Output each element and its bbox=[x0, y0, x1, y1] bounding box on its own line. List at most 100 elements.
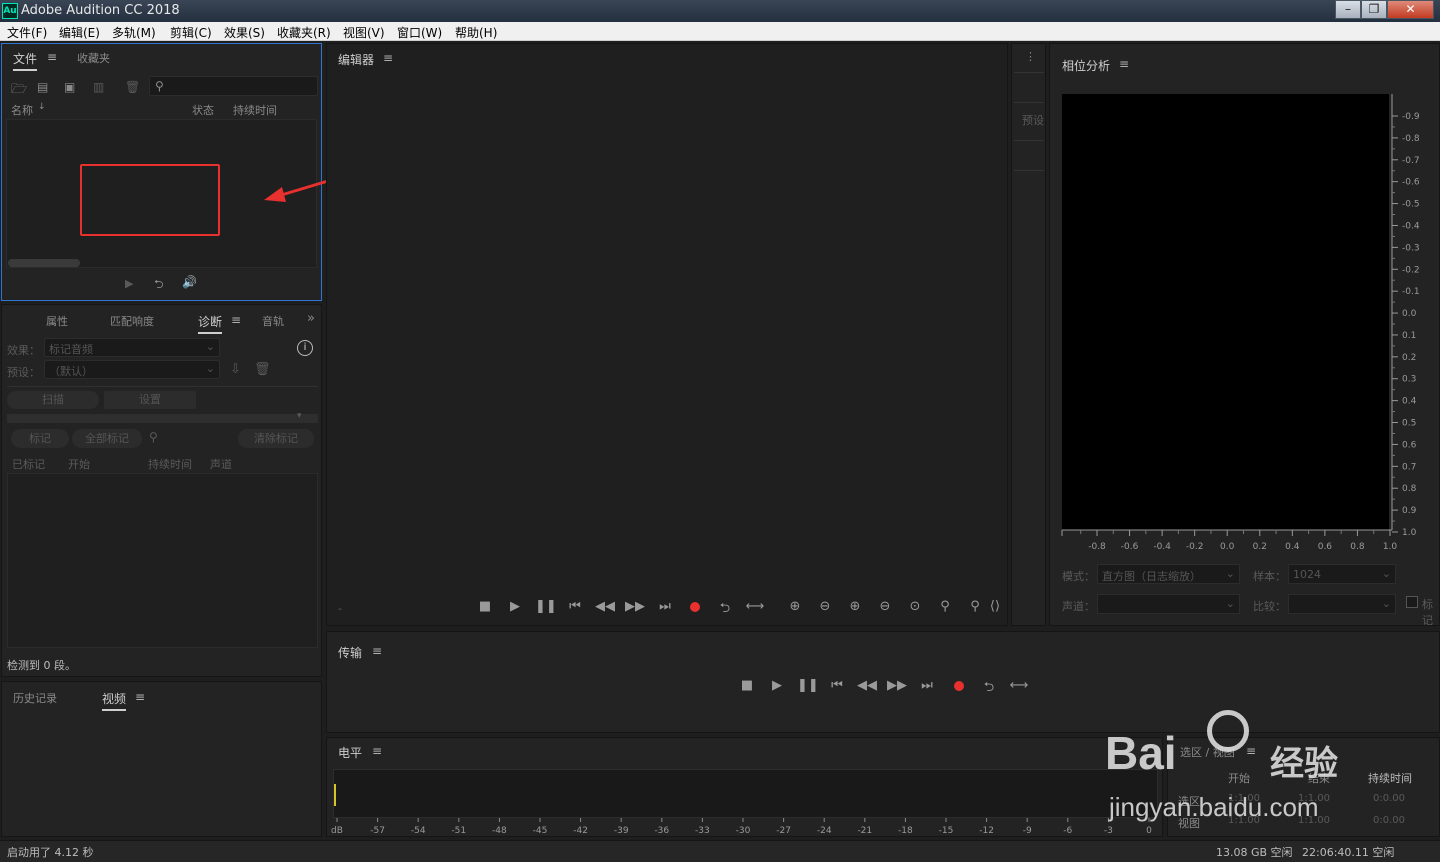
panel-menu-icon[interactable]: ≡ bbox=[372, 744, 382, 758]
menu-effects[interactable]: 效果(S) bbox=[224, 24, 265, 41]
tab-files[interactable]: 文件 bbox=[13, 50, 38, 71]
fast-forward-icon[interactable]: ▶▶ bbox=[887, 678, 907, 693]
tab-diagnostics[interactable]: 诊断 bbox=[198, 313, 223, 334]
fast-forward-icon[interactable]: ▶▶ bbox=[625, 599, 645, 614]
panel-menu-icon[interactable]: ≡ bbox=[372, 644, 382, 658]
info-icon[interactable]: i bbox=[297, 340, 313, 356]
more-tabs-icon[interactable]: » bbox=[307, 311, 315, 326]
settings-button[interactable]: 设置 bbox=[104, 391, 196, 409]
presets-tab[interactable]: 预设 bbox=[1022, 112, 1044, 128]
menu-window[interactable]: 窗口(W) bbox=[397, 24, 442, 41]
mark-button[interactable]: 标记 bbox=[11, 429, 69, 448]
col-status[interactable]: 状态 bbox=[192, 102, 214, 118]
scan-button[interactable]: 扫描 bbox=[7, 391, 99, 409]
col-channel[interactable]: 声道 bbox=[210, 456, 232, 472]
new-file-icon[interactable]: ▣ bbox=[64, 80, 75, 94]
panel-menu-icon[interactable]: ≡ bbox=[135, 690, 145, 704]
menu-file[interactable]: 文件(F) bbox=[7, 24, 47, 41]
tab-tracks[interactable]: 音轨 bbox=[262, 313, 284, 329]
record-icon[interactable] bbox=[690, 602, 700, 612]
phase-ytick-label: 0.4 bbox=[1402, 397, 1417, 407]
panel-menu-icon[interactable]: ≡ bbox=[231, 313, 241, 327]
skip-selection-icon[interactable]: ⟷ bbox=[745, 599, 765, 614]
panel-grip-icon[interactable]: ⋮ bbox=[1025, 50, 1036, 63]
col-duration[interactable]: 持续时间 bbox=[148, 456, 192, 472]
save-preset-icon[interactable]: ⇩ bbox=[230, 362, 241, 377]
mode-select[interactable]: 直方图（日志缩放） ⌄ bbox=[1097, 564, 1240, 584]
play-icon[interactable]: ▶ bbox=[767, 678, 787, 693]
zoom-icon[interactable]: ⚲ bbox=[149, 430, 158, 444]
horizontal-scrollbar[interactable] bbox=[8, 259, 80, 267]
close-icon[interactable]: ✕ bbox=[1387, 0, 1434, 19]
effect-select[interactable]: 标记音频 ⌄ bbox=[44, 338, 220, 357]
marker-checkbox[interactable] bbox=[1406, 596, 1418, 608]
menu-view[interactable]: 视图(V) bbox=[343, 24, 385, 41]
zoom-amplitude-out-icon[interactable]: ⊖ bbox=[815, 599, 835, 614]
col-marked[interactable]: 已标记 bbox=[12, 456, 45, 472]
channel-select[interactable]: ⌄ bbox=[1097, 594, 1240, 614]
rewind-icon[interactable]: ◀◀ bbox=[857, 678, 877, 693]
loop-icon[interactable]: ⮌ bbox=[715, 599, 735, 621]
open-file-icon[interactable]: 🗁 bbox=[11, 80, 27, 102]
insert-icon[interactable]: ▥ bbox=[93, 80, 104, 94]
search-input[interactable]: ⚲ bbox=[149, 76, 318, 96]
zoom-out-icon[interactable]: ⊖ bbox=[875, 599, 895, 614]
play-icon[interactable]: ▶ bbox=[125, 277, 133, 290]
trash-icon[interactable]: 🗑 bbox=[125, 80, 140, 94]
pause-icon[interactable]: ❚❚ bbox=[797, 678, 819, 693]
level-tick-label: dB bbox=[331, 826, 343, 836]
skip-back-icon[interactable]: ⏮ bbox=[565, 599, 585, 614]
marker-list[interactable] bbox=[7, 473, 318, 648]
view-duration[interactable]: 0:0.00 bbox=[1373, 815, 1405, 826]
speaker-icon[interactable]: 🔊 bbox=[182, 275, 197, 289]
stop-icon[interactable]: ■ bbox=[737, 678, 757, 693]
compare-select[interactable]: ⌄ bbox=[1288, 594, 1396, 614]
panel-menu-icon[interactable]: ≡ bbox=[47, 50, 57, 64]
col-start[interactable]: 开始 bbox=[68, 456, 90, 472]
pause-icon[interactable]: ❚❚ bbox=[535, 599, 557, 614]
samples-select[interactable]: 1024 ⌄ bbox=[1288, 564, 1396, 584]
collapse-bar[interactable]: ▾ bbox=[7, 411, 318, 423]
import-file-icon[interactable]: ▤ bbox=[37, 80, 48, 94]
zoom-full-icon[interactable]: ⊙ bbox=[905, 599, 925, 614]
zoom-in-icon[interactable]: ⊕ bbox=[845, 599, 865, 614]
tab-match-loudness[interactable]: 匹配响度 bbox=[110, 313, 154, 329]
mark-all-button[interactable]: 全部标记 bbox=[72, 429, 142, 448]
menu-bar: 文件(F) 编辑(E) 多轨(M) 剪辑(C) 效果(S) 收藏夹(R) 视图(… bbox=[0, 22, 1440, 41]
zoom-selection-icon[interactable]: ⟨⟩ bbox=[985, 599, 1005, 614]
loop-icon[interactable]: ⮌ bbox=[154, 275, 164, 296]
delete-preset-icon[interactable]: 🗑 bbox=[254, 362, 271, 377]
tab-favorites[interactable]: 收藏夹 bbox=[77, 50, 110, 66]
zoom-in-point-icon[interactable]: ⚲ bbox=[935, 599, 955, 614]
menu-help[interactable]: 帮助(H) bbox=[455, 24, 497, 41]
menu-favorites[interactable]: 收藏夹(R) bbox=[277, 24, 331, 41]
stop-icon[interactable]: ■ bbox=[475, 599, 495, 614]
levels-panel: 电平 ≡ dB -57 -54 -51 -48 -45 -42 -39 -36 -33 -30 -27… bbox=[326, 737, 1163, 837]
menu-clip[interactable]: 剪辑(C) bbox=[170, 24, 212, 41]
preset-select[interactable]: （默认） ⌄ bbox=[44, 360, 220, 379]
skip-back-icon[interactable]: ⏮ bbox=[827, 678, 847, 693]
zoom-out-point-icon[interactable]: ⚲ bbox=[965, 599, 985, 614]
minimize-icon[interactable]: – bbox=[1335, 0, 1361, 19]
menu-multitrack[interactable]: 多轨(M) bbox=[112, 24, 156, 41]
loop-icon[interactable]: ⮌ bbox=[979, 678, 999, 700]
clear-marks-button[interactable]: 清除标记 bbox=[238, 429, 314, 448]
tab-history[interactable]: 历史记录 bbox=[13, 690, 57, 706]
col-duration[interactable]: 持续时间 bbox=[233, 102, 277, 118]
skip-forward-icon[interactable]: ⏭ bbox=[655, 599, 675, 614]
record-icon[interactable] bbox=[954, 681, 964, 691]
phase-ytick-label: -0.6 bbox=[1402, 178, 1420, 188]
tab-video[interactable]: 视频 bbox=[102, 690, 127, 711]
zoom-amplitude-in-icon[interactable]: ⊕ bbox=[785, 599, 805, 614]
panel-menu-icon[interactable]: ≡ bbox=[383, 51, 393, 65]
col-name[interactable]: 名称 bbox=[11, 102, 33, 118]
skip-forward-icon[interactable]: ⏭ bbox=[917, 678, 937, 693]
startup-time: 启动用了 4.12 秒 bbox=[7, 846, 94, 859]
rewind-icon[interactable]: ◀◀ bbox=[595, 599, 615, 614]
skip-selection-icon[interactable]: ⟷ bbox=[1009, 678, 1029, 693]
menu-edit[interactable]: 编辑(E) bbox=[59, 24, 100, 41]
maximize-icon[interactable]: ❐ bbox=[1361, 0, 1387, 19]
tab-properties[interactable]: 属性 bbox=[46, 313, 68, 329]
selection-duration[interactable]: 0:0.00 bbox=[1373, 793, 1405, 804]
play-icon[interactable]: ▶ bbox=[505, 599, 525, 614]
